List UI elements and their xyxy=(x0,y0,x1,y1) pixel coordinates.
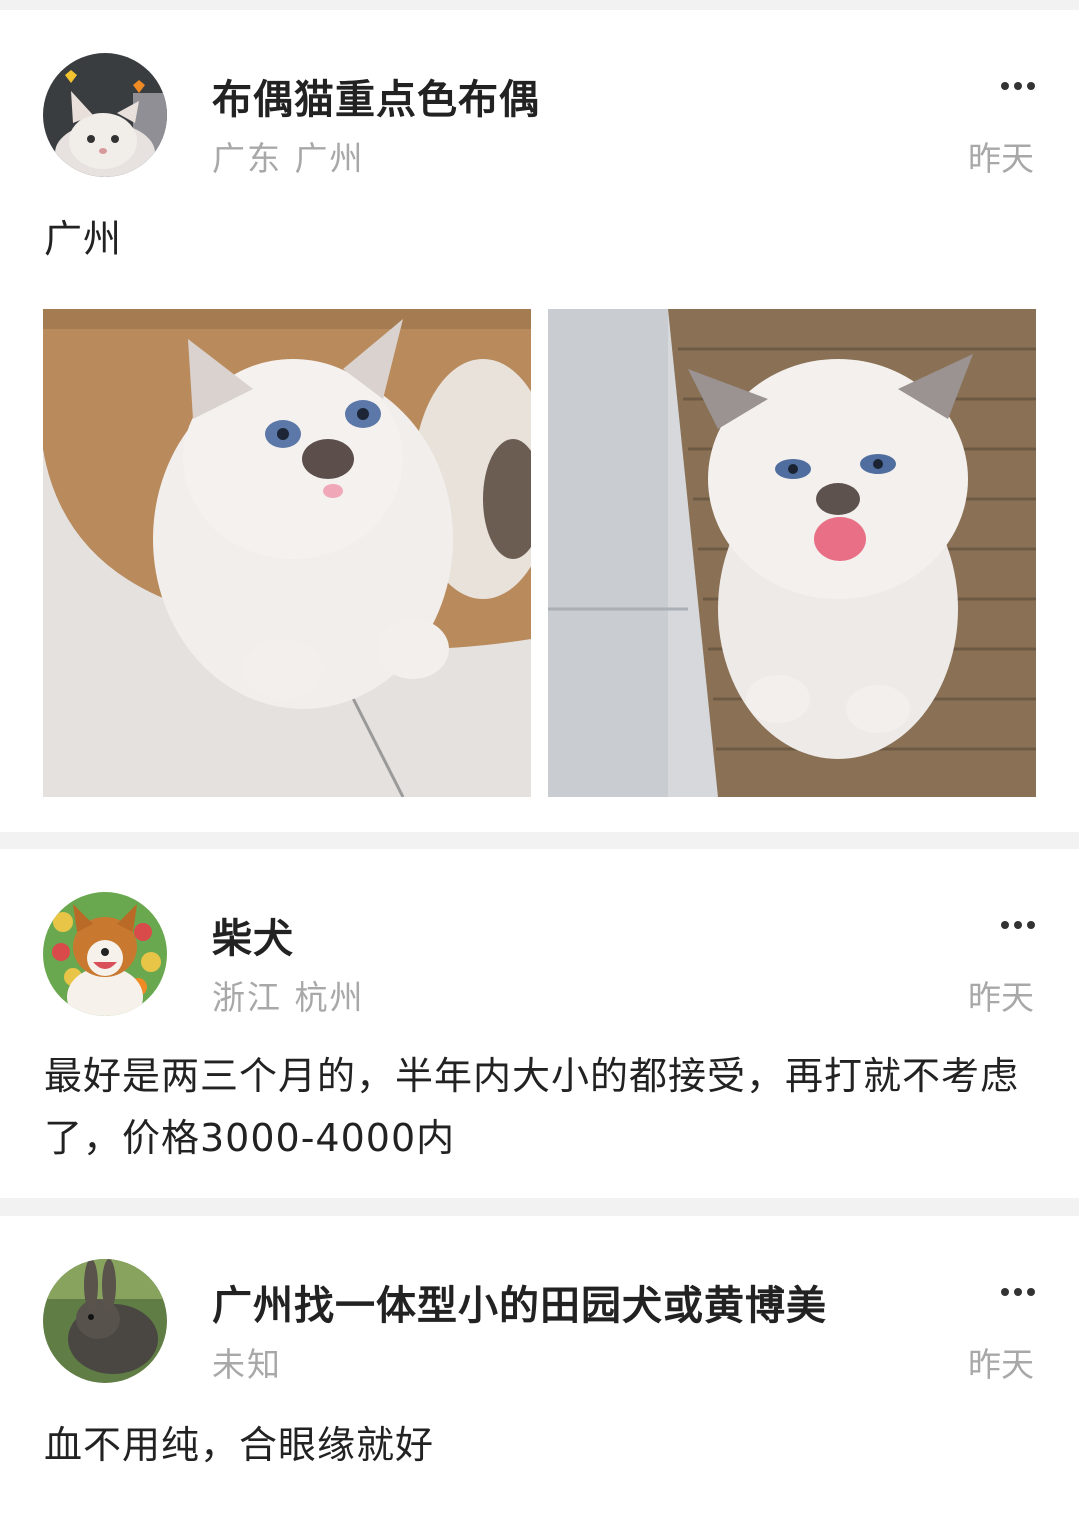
more-dots-icon[interactable] xyxy=(1001,1287,1035,1297)
avatar[interactable] xyxy=(43,1259,167,1383)
post-time: 昨天 xyxy=(968,1345,1034,1384)
cat-avatar-icon xyxy=(43,53,167,177)
dog-avatar-icon xyxy=(43,892,167,1016)
more-dots-icon[interactable] xyxy=(1001,920,1035,930)
post-content: 广州 xyxy=(44,217,123,261)
post-time: 昨天 xyxy=(968,978,1034,1017)
post-time: 昨天 xyxy=(968,139,1034,178)
post-author-name[interactable]: 柴犬 xyxy=(212,906,294,964)
post-location: 未知 xyxy=(212,1345,282,1384)
avatar[interactable] xyxy=(43,53,167,177)
more-dots-icon[interactable] xyxy=(1001,81,1035,91)
post-card[interactable]: 布偶猫重点色布偶 广东 广州 昨天 广州 xyxy=(0,10,1079,832)
post-card[interactable]: 柴犬 浙江 杭州 昨天 最好是两三个月的，半年内大小的都接受，再打就不考虑了，价… xyxy=(0,849,1079,1198)
avatar[interactable] xyxy=(43,892,167,1016)
kitten-photo-lying[interactable] xyxy=(43,309,531,797)
kitten-photo-meowing[interactable] xyxy=(548,309,1036,797)
rabbit-avatar-icon xyxy=(43,1259,167,1383)
post-author-name[interactable]: 布偶猫重点色布偶 xyxy=(212,67,540,125)
post-location: 广东 广州 xyxy=(212,139,365,178)
post-author-name[interactable]: 广州找一体型小的田园犬或黄博美 xyxy=(212,1273,827,1331)
post-content: 血不用纯，合眼缘就好 xyxy=(44,1423,435,1467)
post-card[interactable]: 广州找一体型小的田园犬或黄博美 未知 昨天 血不用纯，合眼缘就好 xyxy=(0,1216,1079,1517)
post-location: 浙江 杭州 xyxy=(212,978,365,1017)
post-content: 最好是两三个月的，半年内大小的都接受，再打就不考虑了，价格3000-4000内 xyxy=(44,1054,1020,1160)
